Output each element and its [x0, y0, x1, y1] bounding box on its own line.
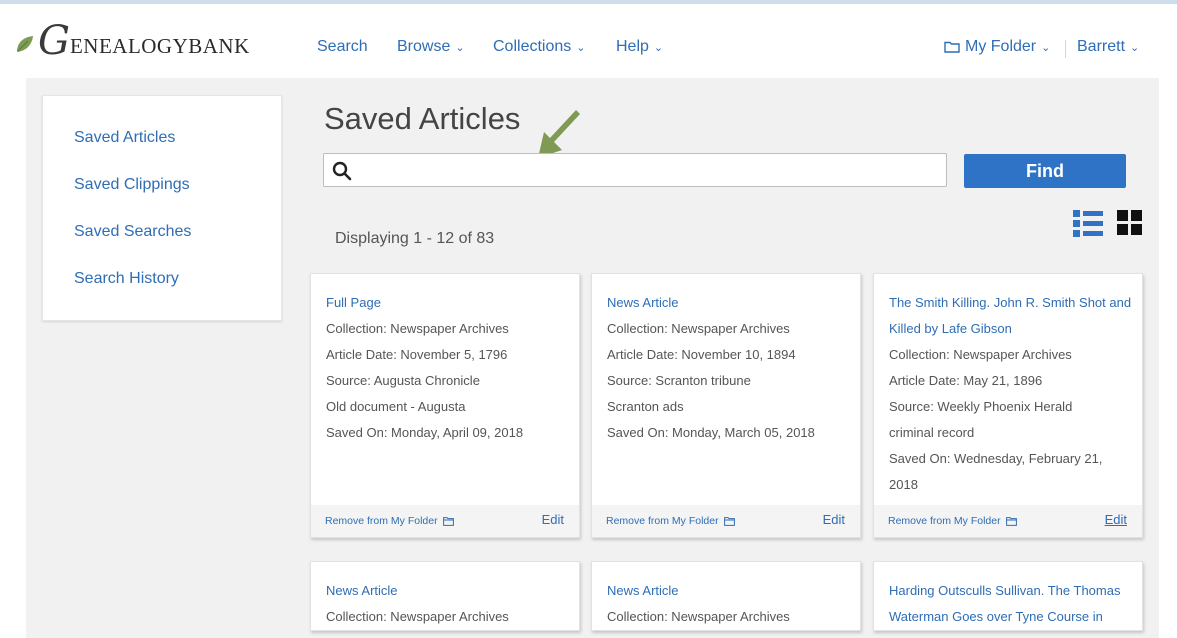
sidebar-item-search-history[interactable]: Search History	[74, 270, 179, 288]
nav-search-label: Search	[317, 38, 368, 55]
genealogybank-logo[interactable]: G ENEALOGYBANK	[14, 18, 250, 64]
card-footer: Remove from My Folder Edit	[874, 505, 1142, 537]
nav-divider	[1065, 40, 1066, 58]
card-article-date: Article Date: November 10, 1894	[607, 347, 796, 362]
chevron-down-icon: ⌄	[1041, 41, 1051, 54]
card-body: News Article Collection: Newspaper Archi…	[607, 290, 851, 446]
card-body: Full Page Collection: Newspaper Archives…	[326, 290, 570, 446]
folder-icon	[723, 516, 735, 526]
card-collection: Collection: Newspaper Archives	[607, 321, 790, 336]
card-note: criminal record	[889, 425, 975, 440]
article-card: The Smith Killing. John R. Smith Shot an…	[873, 273, 1143, 538]
card-collection: Collection: Newspaper Archives	[326, 321, 509, 336]
remove-from-folder-label: Remove from My Folder	[325, 515, 438, 527]
card-collection: Collection: Newspaper Archives	[326, 609, 509, 624]
nav-help-label: Help	[616, 38, 649, 55]
card-body: The Smith Killing. John R. Smith Shot an…	[889, 290, 1133, 498]
card-saved-on: Saved On: Wednesday, February 21, 2018	[889, 451, 1103, 492]
card-title-link[interactable]: News Article	[326, 578, 570, 604]
nav-my-folder-label: My Folder	[965, 38, 1037, 55]
sidebar-item-saved-searches[interactable]: Saved Searches	[74, 223, 191, 241]
logo-text: ENEALOGYBANK	[69, 33, 250, 58]
folder-icon	[944, 41, 960, 53]
card-title-link[interactable]: Harding Outsculls Sullivan. The Thomas W…	[889, 578, 1133, 630]
site-header: G ENEALOGYBANK Search Browse ⌄ Collectio…	[0, 4, 1177, 76]
chevron-down-icon: ⌄	[455, 41, 465, 54]
card-title-link[interactable]: The Smith Killing. John R. Smith Shot an…	[889, 290, 1133, 342]
card-source: Source: Scranton tribune	[607, 373, 751, 388]
remove-from-folder-link[interactable]: Remove from My Folder	[606, 515, 735, 527]
card-title-link[interactable]: Full Page	[326, 290, 570, 316]
leaf-icon	[17, 36, 33, 52]
card-body: News Article Collection: Newspaper Archi…	[326, 578, 570, 630]
edit-link[interactable]: Edit	[542, 512, 564, 527]
remove-from-folder-label: Remove from My Folder	[888, 515, 1001, 527]
nav-user-menu[interactable]: Barrett ⌄	[1077, 38, 1139, 56]
card-saved-on: Saved On: Monday, March 05, 2018	[607, 425, 815, 440]
logo-initial: G	[38, 18, 70, 64]
nav-help[interactable]: Help ⌄	[616, 38, 663, 56]
chevron-down-icon: ⌄	[1130, 41, 1140, 54]
sidebar: Saved Articles Saved Clippings Saved Sea…	[42, 95, 282, 321]
article-card: News Article Collection: Newspaper Archi…	[591, 273, 861, 538]
nav-my-folder[interactable]: My Folder ⌄	[944, 38, 1050, 56]
card-saved-on: Saved On: Monday, April 09, 2018	[326, 425, 524, 440]
card-title-link[interactable]: News Article	[607, 578, 851, 604]
nav-user-label: Barrett	[1077, 38, 1126, 55]
nav-browse-label: Browse	[397, 38, 451, 55]
nav-browse[interactable]: Browse ⌄	[397, 38, 465, 56]
page-title: Saved Articles	[324, 101, 521, 136]
card-article-date: Article Date: November 5, 1796	[326, 347, 508, 362]
remove-from-folder-link[interactable]: Remove from My Folder	[325, 515, 454, 527]
search-field	[323, 153, 947, 187]
card-note: Scranton ads	[607, 399, 684, 414]
chevron-down-icon: ⌄	[653, 41, 664, 54]
results-count: Displaying 1 - 12 of 83	[335, 230, 495, 247]
card-article-date: Article Date: May 21, 1896	[889, 373, 1043, 388]
remove-from-folder-link[interactable]: Remove from My Folder	[888, 515, 1017, 527]
card-body: Harding Outsculls Sullivan. The Thomas W…	[889, 578, 1133, 630]
folder-icon	[442, 516, 454, 526]
card-note: Old document - Augusta	[326, 399, 466, 414]
folder-icon	[1005, 516, 1017, 526]
list-view-icon[interactable]	[1073, 210, 1103, 238]
card-collection: Collection: Newspaper Archives	[889, 347, 1072, 362]
card-footer: Remove from My Folder Edit	[592, 505, 860, 537]
edit-link[interactable]: Edit	[823, 512, 845, 527]
nav-collections-label: Collections	[493, 38, 572, 55]
search-input[interactable]	[360, 158, 944, 184]
remove-from-folder-label: Remove from My Folder	[606, 515, 719, 527]
grid-view-icon[interactable]	[1117, 210, 1143, 236]
edit-link[interactable]: Edit	[1105, 512, 1127, 527]
card-source: Source: Weekly Phoenix Herald	[889, 399, 1073, 414]
card-body: News Article Collection: Newspaper Archi…	[607, 578, 851, 630]
article-card: Full Page Collection: Newspaper Archives…	[310, 273, 580, 538]
nav-search[interactable]: Search	[317, 38, 368, 56]
card-title-link[interactable]: News Article	[607, 290, 851, 316]
card-collection: Collection: Newspaper Archives	[607, 609, 790, 624]
search-icon	[332, 161, 352, 181]
article-card: Harding Outsculls Sullivan. The Thomas W…	[873, 561, 1143, 631]
sidebar-item-saved-articles[interactable]: Saved Articles	[74, 129, 175, 147]
card-source: Source: Augusta Chronicle	[326, 373, 480, 388]
article-card: News Article Collection: Newspaper Archi…	[310, 561, 580, 631]
find-button[interactable]: Find	[964, 154, 1126, 188]
card-footer: Remove from My Folder Edit	[311, 505, 579, 537]
chevron-down-icon: ⌄	[576, 41, 586, 54]
nav-collections[interactable]: Collections ⌄	[493, 38, 585, 56]
article-card: News Article Collection: Newspaper Archi…	[591, 561, 861, 631]
sidebar-item-saved-clippings[interactable]: Saved Clippings	[74, 176, 190, 194]
